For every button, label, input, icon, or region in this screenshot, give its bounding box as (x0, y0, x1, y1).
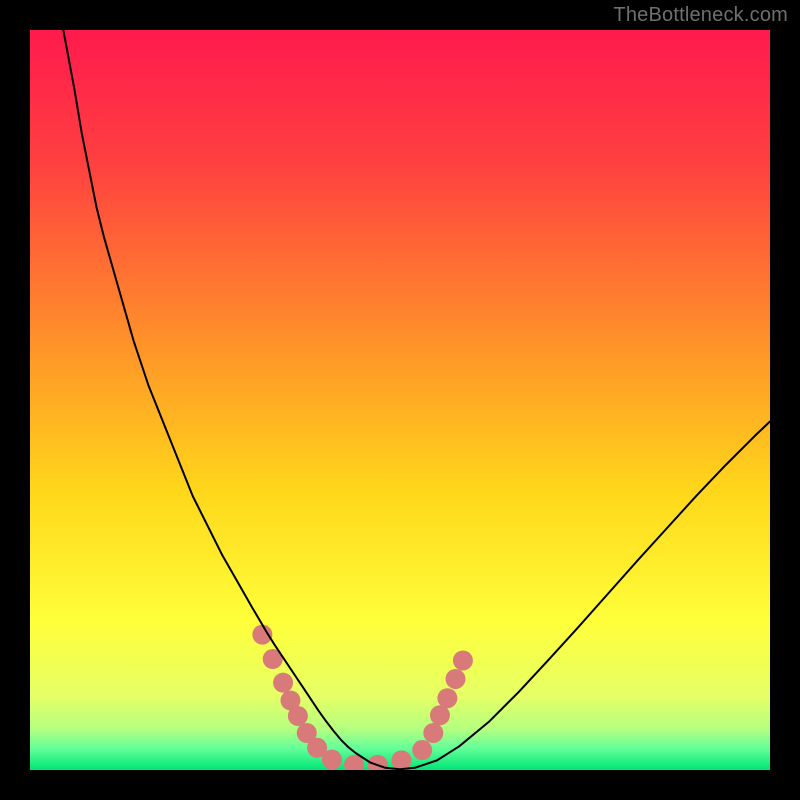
highlight-dot (423, 723, 443, 743)
highlight-dot (322, 750, 342, 770)
chart-svg (30, 30, 770, 770)
highlight-dot (273, 673, 293, 693)
highlight-dot (430, 705, 450, 725)
highlight-dot (437, 688, 457, 708)
highlight-dot (412, 740, 432, 760)
chart-frame: TheBottleneck.com (0, 0, 800, 800)
watermark-text: TheBottleneck.com (613, 4, 788, 27)
highlight-dot (288, 706, 308, 726)
highlight-dot (391, 750, 411, 770)
highlight-dot (446, 669, 466, 689)
plot-area (30, 30, 770, 770)
gradient-background (30, 30, 770, 770)
highlight-dot (453, 650, 473, 670)
